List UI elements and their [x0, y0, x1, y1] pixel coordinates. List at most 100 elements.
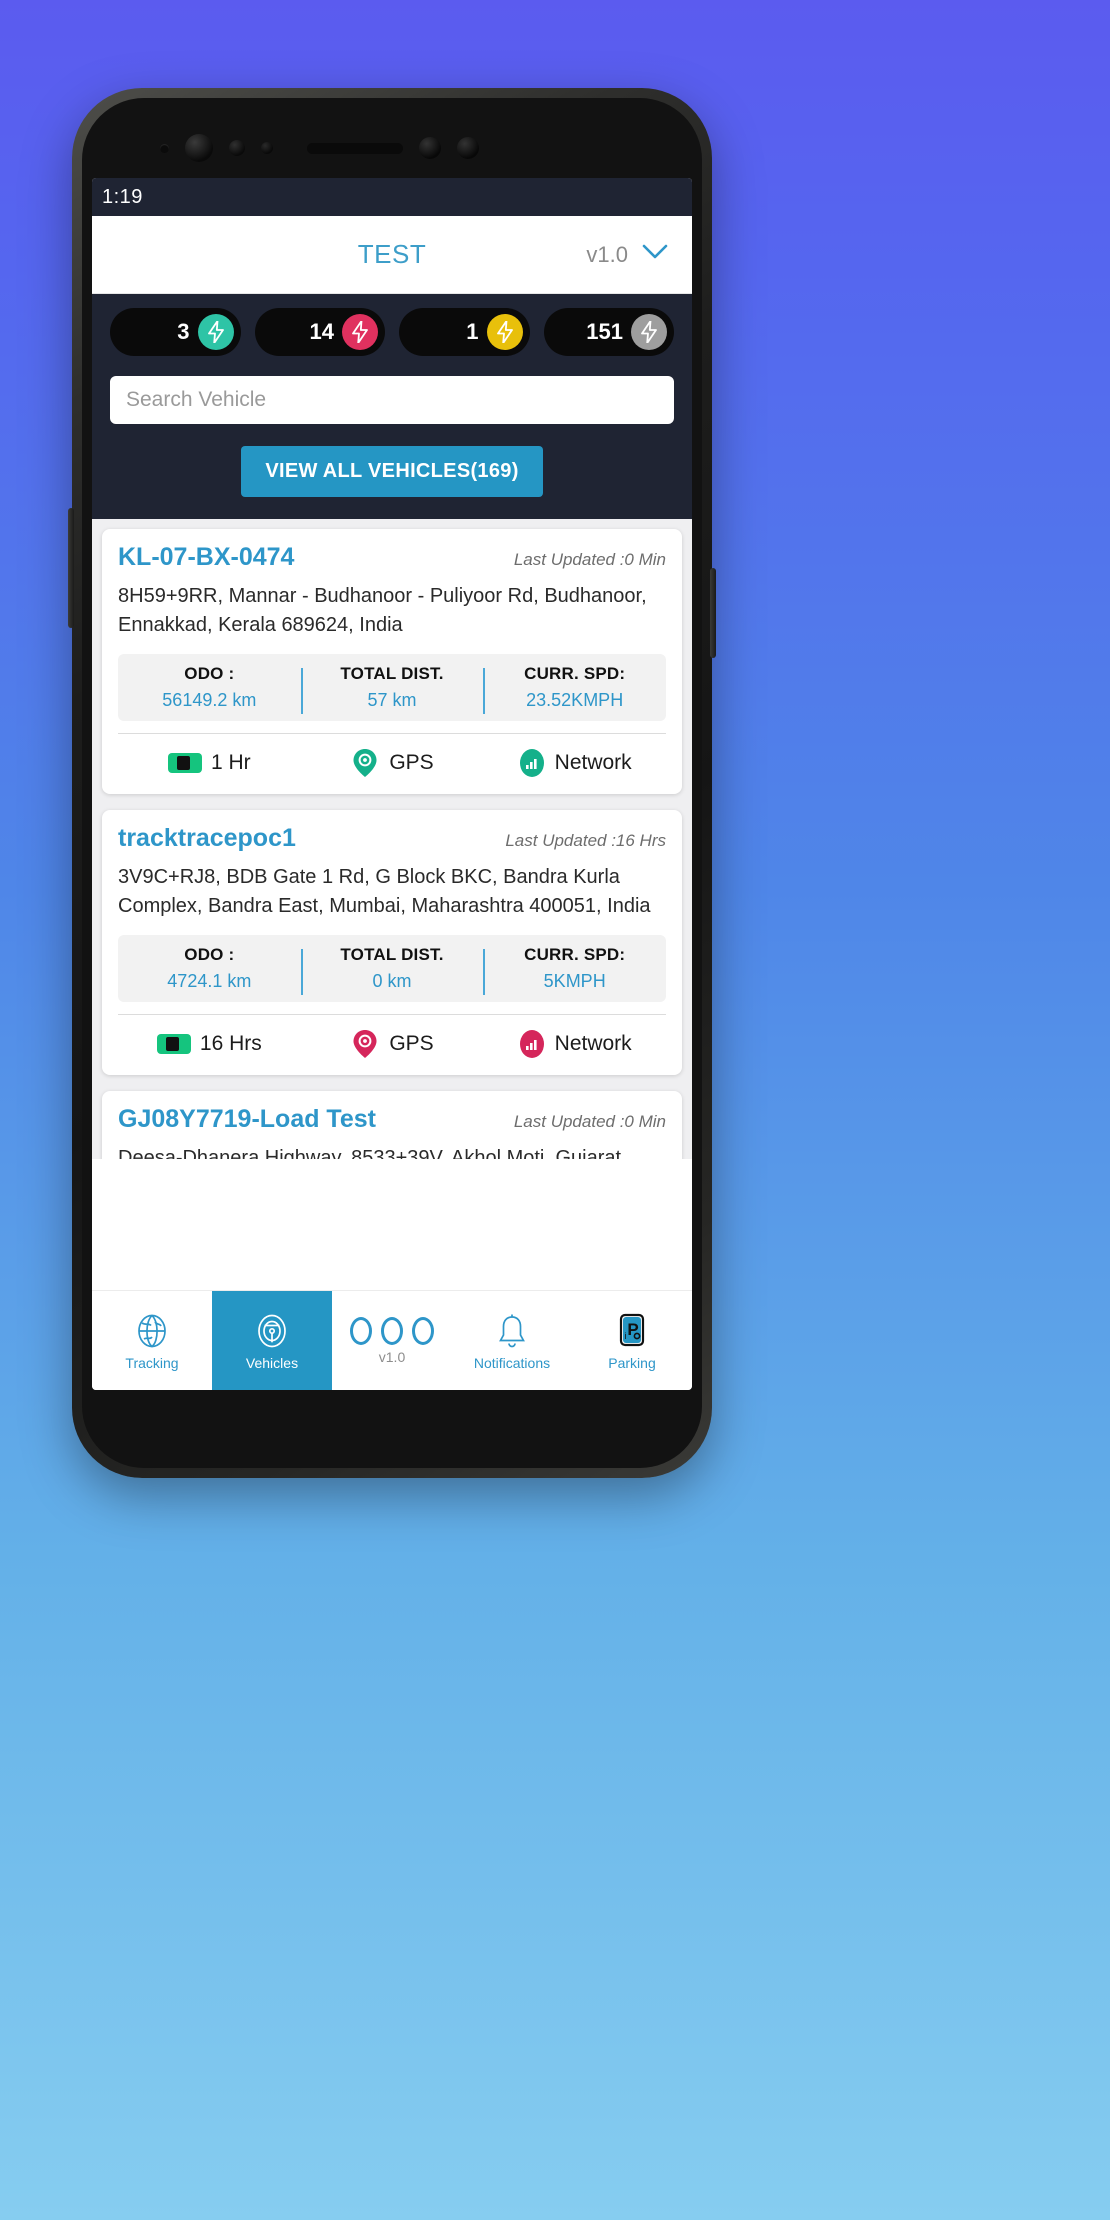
- nav-item-version[interactable]: v1.0: [332, 1291, 452, 1390]
- network-label: Network: [554, 1032, 632, 1055]
- view-all-row: VIEW ALL VEHICLES(169): [110, 446, 674, 497]
- vehicle-address: 3V9C+RJ8, BDB Gate 1 Rd, G Block BKC, Ba…: [118, 866, 651, 917]
- stat-current-speed: CURR. SPD: 5KMPH: [483, 945, 666, 995]
- battery-time-label: 16 Hrs: [199, 1032, 262, 1055]
- gps-status: GPS: [301, 1029, 484, 1059]
- bolt-icon: [197, 314, 234, 350]
- sensor-dot-icon: [160, 143, 169, 153]
- front-camera-icon: [185, 134, 213, 162]
- phone-mockup: 1:19 TEST v1.0 3 14 1 151 Search Vehicle…: [68, 88, 716, 1478]
- stat-label: CURR. SPD:: [524, 945, 626, 964]
- proximity-sensor-icon: [229, 140, 245, 156]
- gps-label: GPS: [389, 751, 434, 774]
- status-chip-idle[interactable]: 1: [399, 308, 530, 356]
- circle-icon: [412, 1316, 434, 1345]
- bolt-icon: [486, 314, 523, 350]
- stat-odo: ODO : 4724.1 km: [118, 945, 301, 992]
- network-signal-icon: [518, 748, 546, 778]
- bolt-icon: [342, 314, 378, 350]
- vehicle-card-header: GJ08Y7719-Load Test Last Updated :0 Min: [118, 1105, 666, 1134]
- status-chip-running[interactable]: 3: [110, 308, 241, 356]
- nav-label: Vehicles: [245, 1354, 299, 1371]
- vehicle-name[interactable]: tracktracepoc1: [118, 824, 296, 853]
- network-status: Network: [483, 748, 666, 778]
- status-bar-clock: 1:19: [102, 185, 143, 208]
- circle-icon: [350, 1316, 372, 1345]
- circle-icon: [381, 1316, 403, 1345]
- app-bar: TEST v1.0: [92, 216, 692, 294]
- nav-item-tracking[interactable]: Tracking: [92, 1291, 212, 1390]
- network-status: Network: [483, 1029, 666, 1059]
- vehicle-address: 8H59+9RR, Mannar - Budhanoor - Puliyoor …: [118, 585, 647, 636]
- stat-value: 23.52KMPH: [526, 690, 624, 710]
- stat-label: ODO :: [184, 945, 235, 964]
- vehicle-card-header: tracktracepoc1 Last Updated :16 Hrs: [118, 824, 666, 853]
- stat-value: 57 km: [367, 690, 417, 710]
- stat-value: 4724.1 km: [167, 971, 252, 991]
- vehicle-card-footer: 16 Hrs GPS Network: [118, 1014, 666, 1075]
- vehicle-list[interactable]: KL-07-BX-0474 Last Updated :0 Min 8H59+9…: [92, 519, 692, 1159]
- gps-status: GPS: [301, 748, 484, 778]
- globe-icon: [132, 1311, 172, 1351]
- last-updated-label: Last Updated :16 Hrs: [505, 831, 666, 850]
- battery-icon: [156, 1034, 191, 1054]
- phone-screen-bezel: 1:19 TEST v1.0 3 14 1 151 Search Vehicle…: [82, 98, 702, 1468]
- svg-text:i: i: [625, 1331, 627, 1341]
- stat-value: 56149.2 km: [162, 690, 257, 710]
- app-screen: 1:19 TEST v1.0 3 14 1 151 Search Vehicle…: [92, 178, 692, 1390]
- status-bar: 1:19: [92, 178, 692, 216]
- secondary-camera-icon: [457, 137, 479, 159]
- vehicle-card[interactable]: GJ08Y7719-Load Test Last Updated :0 Min …: [102, 1091, 682, 1159]
- bell-icon: [492, 1311, 532, 1351]
- stat-label: TOTAL DIST.: [340, 945, 444, 964]
- status-chip-offline[interactable]: 151: [543, 308, 674, 356]
- vehicle-name[interactable]: GJ08Y7719-Load Test: [118, 1105, 376, 1134]
- iris-scanner-icon: [419, 137, 441, 159]
- network-signal-icon: [518, 1029, 546, 1059]
- vehicle-card[interactable]: tracktracepoc1 Last Updated :16 Hrs 3V9C…: [102, 810, 682, 1075]
- nav-item-vehicles[interactable]: Vehicles: [212, 1291, 332, 1390]
- page-title: TEST: [357, 239, 427, 269]
- phone-side-button-volume: [68, 508, 74, 628]
- vehicle-card-header: KL-07-BX-0474 Last Updated :0 Min: [118, 543, 666, 572]
- nav-label: Parking: [608, 1354, 656, 1371]
- stat-value: 5KMPH: [543, 971, 606, 991]
- vehicle-name[interactable]: KL-07-BX-0474: [118, 543, 294, 572]
- stat-label: ODO :: [184, 664, 235, 683]
- chip-count: 151: [586, 319, 623, 344]
- stat-total-distance: TOTAL DIST. 57 km: [300, 664, 484, 714]
- three-circles-icon: [350, 1316, 434, 1345]
- battery-icon: [167, 753, 202, 773]
- battery-status: 1 Hr: [118, 751, 301, 775]
- svg-text:P: P: [627, 1320, 638, 1339]
- bottom-navigation: Tracking Vehicles v1.0 Notifications P i…: [92, 1290, 692, 1390]
- status-chip-stopped[interactable]: 14: [254, 308, 385, 356]
- bolt-icon: [631, 314, 667, 350]
- vehicle-card-footer: 1 Hr GPS Network: [118, 733, 666, 794]
- nav-label: Notifications: [473, 1354, 551, 1371]
- gps-pin-icon: [350, 748, 380, 778]
- parking-sign-icon: P i: [612, 1311, 652, 1351]
- stat-current-speed: CURR. SPD: 23.52KMPH: [483, 664, 666, 714]
- vehicle-address: Deesa-Dhanera Highway, 8533+39V, Akhol M…: [118, 1147, 622, 1159]
- vehicle-stats-row: ODO : 4724.1 km TOTAL DIST. 0 km CURR. S…: [118, 935, 666, 1002]
- chip-count: 3: [177, 319, 190, 344]
- chip-count: 14: [309, 319, 334, 344]
- gps-label: GPS: [389, 1032, 434, 1055]
- gps-pin-icon: [350, 1029, 380, 1059]
- stat-label: CURR. SPD:: [524, 664, 626, 683]
- view-all-vehicles-button[interactable]: VIEW ALL VEHICLES(169): [241, 446, 543, 497]
- last-updated-label: Last Updated :0 Min: [513, 1112, 666, 1131]
- vehicle-card[interactable]: KL-07-BX-0474 Last Updated :0 Min 8H59+9…: [102, 529, 682, 794]
- stat-label: TOTAL DIST.: [340, 664, 444, 683]
- battery-time-label: 1 Hr: [210, 751, 251, 774]
- search-vehicle-field[interactable]: [110, 376, 674, 424]
- nav-item-notifications[interactable]: Notifications: [452, 1291, 572, 1390]
- phone-sensor-row: [82, 134, 702, 162]
- vehicle-stats-row: ODO : 56149.2 km TOTAL DIST. 57 km CURR.…: [118, 654, 666, 721]
- last-updated-label: Last Updated :0 Min: [513, 550, 666, 569]
- search-input[interactable]: [126, 388, 658, 412]
- nav-item-parking[interactable]: P i Parking: [572, 1291, 692, 1390]
- earpiece-speaker-icon: [307, 142, 403, 154]
- nav-label: Tracking: [125, 1354, 179, 1371]
